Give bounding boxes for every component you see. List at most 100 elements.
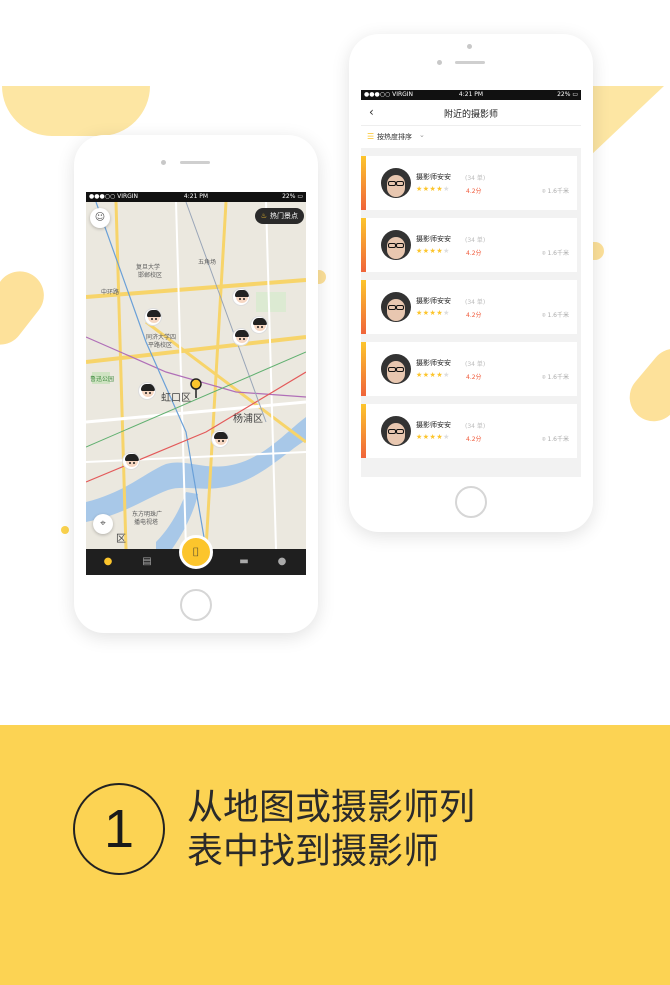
page-title: 附近的摄影师 xyxy=(443,110,498,120)
nav-bar: ‹ 附近的摄影师 xyxy=(361,100,581,126)
decor-semicircle-top-left xyxy=(2,86,150,136)
sensor-icon xyxy=(437,60,442,65)
star-rating: ★★★★★ xyxy=(416,247,450,255)
photographer-marker[interactable] xyxy=(211,430,229,448)
distance: ⌾ 1.6千米 xyxy=(542,186,569,196)
step-description: 从地图或摄影师列 表中找到摄影师 xyxy=(187,786,475,874)
avatar xyxy=(381,416,411,446)
map-label: 五角场 xyxy=(198,259,217,266)
avatar xyxy=(381,168,411,198)
distance-value: 1.6千米 xyxy=(547,312,569,319)
score: 4.2分 xyxy=(466,374,482,381)
avatar xyxy=(381,292,411,322)
card-accent xyxy=(361,342,366,396)
home-button[interactable] xyxy=(455,486,487,518)
photographer-card[interactable]: 摄影师安安 (34 单) ★★★★★ 4.2分 ⌾ 1.6千米 xyxy=(361,404,577,458)
status-bar: ●●●○○ VIRGIN 4:21 PM 22% ▭ xyxy=(361,90,581,100)
phone-list: ●●●○○ VIRGIN 4:21 PM 22% ▭ ‹ 附近的摄影师 ☰ 按热… xyxy=(349,34,593,532)
people-icon: ☺ xyxy=(94,212,106,223)
photographer-marker[interactable] xyxy=(122,452,140,470)
distance: ⌾ 1.6千米 xyxy=(542,434,569,444)
decor-pill-left xyxy=(0,261,54,355)
card-accent xyxy=(361,404,366,458)
step-line-2: 表中找到摄影师 xyxy=(187,831,440,872)
map-label: 邯郸校区 xyxy=(138,272,163,279)
photographer-name: 摄影师安安 xyxy=(416,359,451,367)
decor-triangle-top-right xyxy=(590,86,664,156)
photographer-marker[interactable] xyxy=(232,288,250,306)
score: 4.2分 xyxy=(466,312,482,319)
map-label: 虹口区 xyxy=(161,393,191,404)
photographer-marker[interactable] xyxy=(232,328,250,346)
photographer-card[interactable]: 摄影师安安 (34 单) ★★★★★ 4.2分 ⌾ 1.6千米 xyxy=(361,156,577,210)
map-label: 区 xyxy=(116,534,126,545)
score: 4.2分 xyxy=(466,188,482,195)
card-accent xyxy=(361,218,366,272)
distance-value: 1.6千米 xyxy=(547,374,569,381)
photographer-card[interactable]: 摄影师安安 (34 单) ★★★★★ 4.2分 ⌾ 1.6千米 xyxy=(361,280,577,334)
step-number: 1 xyxy=(73,783,165,875)
distance-value: 1.6千米 xyxy=(547,250,569,257)
photographer-marker[interactable] xyxy=(144,308,162,326)
distance: ⌾ 1.6千米 xyxy=(542,310,569,320)
distance-value: 1.6千米 xyxy=(547,436,569,443)
clock-label: 4:21 PM xyxy=(458,91,484,98)
scan-button[interactable]: ⌷ xyxy=(179,535,213,569)
sort-bar[interactable]: ☰ 按热度排序 ⌄ xyxy=(361,126,581,148)
hot-spots-button[interactable]: ♨ 热门景点 xyxy=(254,208,304,224)
order-count: (34 单) xyxy=(465,423,486,430)
card-accent xyxy=(361,156,366,210)
sort-icon: ☰ xyxy=(367,132,375,141)
photographer-marker[interactable] xyxy=(250,316,268,334)
step-line-1: 从地图或摄影师列 xyxy=(187,787,476,828)
card-accent xyxy=(361,280,366,334)
star-rating: ★★★★★ xyxy=(416,371,450,379)
star-rating: ★★★★★ xyxy=(416,309,450,317)
order-count: (34 单) xyxy=(465,299,486,306)
list-icon[interactable]: ▤ xyxy=(141,556,153,568)
crosshair-icon: ⌖ xyxy=(100,518,106,529)
location-icon[interactable]: ● xyxy=(102,556,114,568)
sensor-icon xyxy=(161,160,166,165)
order-count: (34 单) xyxy=(465,237,486,244)
distance: ⌾ 1.6千米 xyxy=(542,372,569,382)
clock-label: 4:21 PM xyxy=(183,193,209,200)
photographer-card[interactable]: 摄影师安安 (34 单) ★★★★★ 4.2分 ⌾ 1.6千米 xyxy=(361,218,577,272)
distance-value: 1.6千米 xyxy=(547,188,569,195)
avatar xyxy=(381,230,411,260)
user-icon[interactable]: ● xyxy=(276,556,288,568)
user-group-button[interactable]: ☺ xyxy=(90,208,110,228)
map-roads xyxy=(86,202,306,549)
photographer-name: 摄影师安安 xyxy=(416,235,451,243)
photographer-name: 摄影师安安 xyxy=(416,173,451,181)
map-label: 中环路 xyxy=(101,289,120,296)
list-screen: ●●●○○ VIRGIN 4:21 PM 22% ▭ ‹ 附近的摄影师 ☰ 按热… xyxy=(361,90,581,477)
battery-label: 22% ▭ xyxy=(282,193,303,200)
score: 4.2分 xyxy=(466,436,482,443)
avatar xyxy=(381,354,411,384)
map-label: 平路校区 xyxy=(148,342,173,349)
home-button[interactable] xyxy=(180,589,212,621)
map-label: 鲁迅公园 xyxy=(90,376,115,383)
scan-icon: ⌷ xyxy=(192,545,200,559)
message-icon[interactable]: ▬ xyxy=(238,556,250,568)
battery-label: 22% ▭ xyxy=(557,91,578,98)
speaker-icon xyxy=(455,61,485,64)
decor-pill-right xyxy=(619,338,670,432)
map-label: 播电视塔 xyxy=(134,519,159,526)
flame-icon: ♨ xyxy=(260,212,267,220)
order-count: (34 单) xyxy=(465,175,486,182)
photographer-marker[interactable] xyxy=(138,382,156,400)
phone-map: ●●●○○ VIRGIN 4:21 PM 22% ▭ 复旦大学 邯郸校区 五角场… xyxy=(74,135,318,633)
locate-button[interactable]: ⌖ xyxy=(93,514,113,534)
tab-bar: ● ▤ ⌷ ▬ ● xyxy=(86,535,306,575)
photographer-name: 摄影师安安 xyxy=(416,297,451,305)
map-view[interactable]: 复旦大学 邯郸校区 五角场 中环路 同济大学四 平路校区 鲁迅公园 虹口区 杨浦… xyxy=(86,202,306,549)
photographer-card[interactable]: 摄影师安安 (34 单) ★★★★★ 4.2分 ⌾ 1.6千米 xyxy=(361,342,577,396)
sort-dropdown[interactable]: 按热度排序 xyxy=(377,132,412,142)
photographer-name: 摄影师安安 xyxy=(416,421,451,429)
status-bar: ●●●○○ VIRGIN 4:21 PM 22% ▭ xyxy=(86,192,306,202)
star-rating: ★★★★★ xyxy=(416,433,450,441)
location-pin-icon xyxy=(190,378,202,398)
map-label: 杨浦区 xyxy=(233,414,263,425)
